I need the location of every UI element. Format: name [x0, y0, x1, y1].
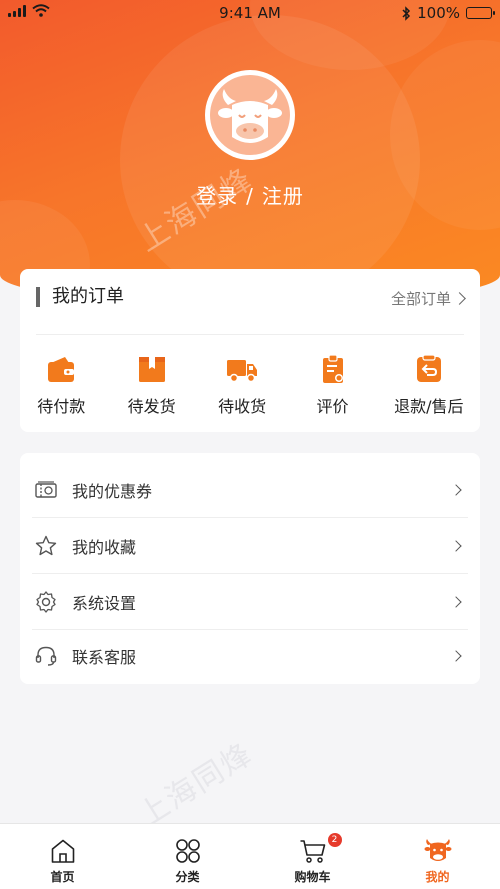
tab-category[interactable]: 分类 — [125, 824, 250, 889]
menu-item-settings[interactable]: 系统设置 — [32, 574, 468, 630]
avatar[interactable] — [205, 70, 295, 160]
order-pending-shipment[interactable]: 待发货 — [106, 353, 196, 417]
tab-label: 首页 — [50, 870, 75, 884]
bottom-tab-bar: 首页 分类 2 购物车 我的 — [0, 823, 500, 889]
order-item-label: 评价 — [316, 397, 349, 416]
tab-cart[interactable]: 2 购物车 — [250, 824, 375, 889]
order-review[interactable]: 评价 — [287, 353, 377, 417]
coupon-icon — [35, 480, 57, 498]
settings-icon — [36, 590, 56, 613]
status-bar: 9:41 AM 100% — [0, 0, 500, 26]
tab-label: 购物车 — [294, 870, 331, 884]
watermark-bottom: 上海同烽 — [132, 736, 260, 834]
login-link[interactable]: 登录 — [196, 184, 238, 208]
chevron-right-icon — [453, 292, 466, 305]
all-orders-link[interactable]: 全部订单 — [390, 288, 466, 309]
order-pending-receipt[interactable]: 待收货 — [197, 353, 287, 417]
tab-label: 分类 — [175, 870, 200, 884]
register-link[interactable]: 注册 — [262, 184, 304, 208]
order-item-label: 退款/售后 — [394, 397, 464, 416]
home-icon — [51, 839, 74, 863]
menu-item-label: 联系客服 — [72, 648, 137, 667]
login-register: 登录 / 注册 — [0, 180, 500, 209]
cow-avatar-icon — [218, 89, 282, 143]
login-separator: / — [246, 184, 254, 208]
orders-card: 我的订单 全部订单 待付款 待发货 待收货 评价 退款/售后 — [20, 269, 480, 432]
tab-profile[interactable]: 我的 — [375, 824, 500, 889]
refund-icon — [416, 354, 441, 382]
menu-item-support[interactable]: 联系客服 — [32, 628, 468, 684]
profile-icon — [424, 839, 451, 861]
truck-icon — [227, 360, 258, 383]
order-pending-payment[interactable]: 待付款 — [16, 353, 106, 417]
chevron-right-icon — [450, 539, 462, 552]
bluetooth-icon — [402, 5, 411, 21]
menu-item-label: 我的收藏 — [72, 537, 137, 557]
order-item-label: 待收货 — [218, 397, 267, 416]
chevron-right-icon — [450, 595, 462, 608]
tab-home[interactable]: 首页 — [0, 824, 125, 889]
battery-percent: 100% — [417, 4, 460, 22]
tab-label: 我的 — [425, 870, 450, 884]
cart-icon — [300, 840, 325, 863]
order-item-label: 待发货 — [127, 397, 176, 416]
headset-icon — [35, 646, 57, 666]
order-refund[interactable]: 退款/售后 — [378, 353, 480, 417]
review-icon — [322, 354, 343, 383]
order-item-label: 待付款 — [37, 397, 86, 416]
menu-card: 我的优惠券 我的收藏 系统设置 联系客服 — [20, 453, 480, 684]
cart-badge: 2 — [327, 833, 342, 847]
category-icon — [175, 839, 200, 863]
orders-title: 我的订单 — [36, 287, 124, 307]
star-icon — [35, 535, 57, 555]
menu-item-favorites[interactable]: 我的收藏 — [32, 518, 468, 574]
chevron-right-icon — [450, 650, 462, 662]
battery-icon — [466, 7, 495, 19]
wallet-icon — [48, 357, 75, 382]
all-orders-label: 全部订单 — [390, 290, 451, 308]
menu-item-coupons[interactable]: 我的优惠券 — [32, 462, 468, 518]
menu-item-label: 我的优惠券 — [72, 481, 153, 501]
chevron-right-icon — [450, 483, 462, 496]
menu-item-label: 系统设置 — [72, 593, 137, 613]
package-icon — [138, 357, 165, 382]
